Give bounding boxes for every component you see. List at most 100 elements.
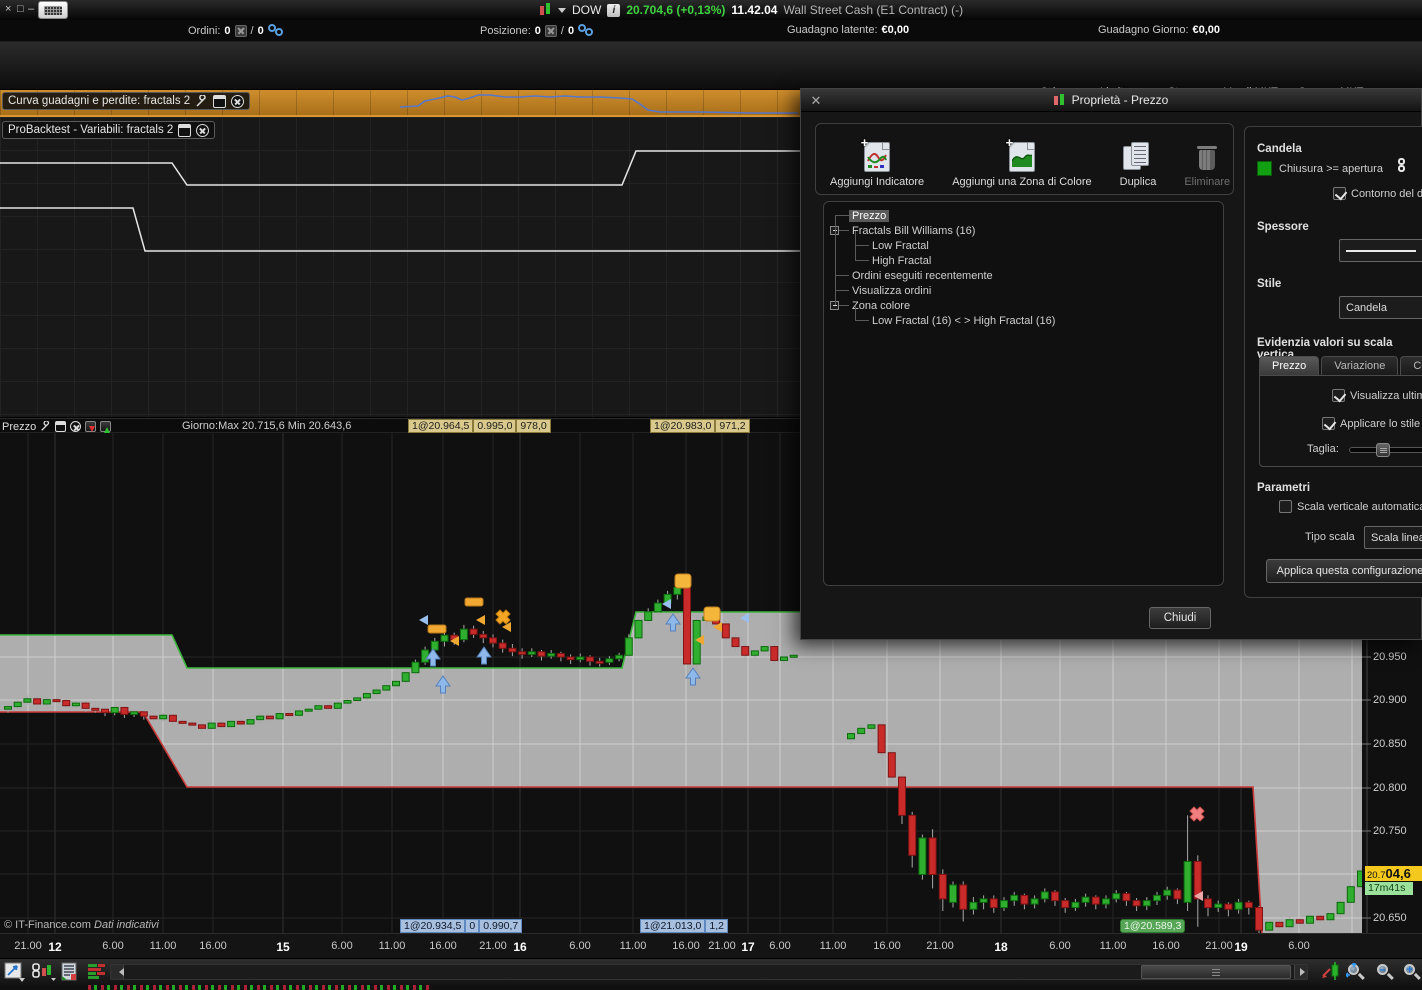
price-axis-tick: 20.650 <box>1373 912 1407 924</box>
time-axis-hour-label: 16.00 <box>1152 940 1180 952</box>
scroll-right-icon[interactable] <box>1294 965 1307 979</box>
zoom-out-icon[interactable]: – <box>1375 963 1395 983</box>
dialog-close-icon[interactable]: ✕ <box>809 93 823 109</box>
wrench-icon[interactable] <box>40 421 51 432</box>
tree-item-zona-colore[interactable]: Zona colore <box>849 298 913 313</box>
price-axis-tick: 20.750 <box>1373 825 1407 837</box>
window-minimize-icon[interactable]: – <box>28 3 34 15</box>
draw-tool-icon[interactable] <box>4 962 26 982</box>
time-axis[interactable]: 21.00 12 6.00 11.00 16.00 15 6.00 11.00 16.00 21.… <box>0 933 1422 958</box>
time-axis-hour-label: 11.00 <box>619 940 647 952</box>
close-panel-icon[interactable] <box>70 421 82 432</box>
dialog-toolbar-add-indicator-button[interactable]: + Aggiungi Indicatore <box>816 124 938 194</box>
order-label-history[interactable]: 1@21.013,0 1,2 <box>640 919 728 933</box>
instrument-name[interactable]: DOW <box>572 3 601 17</box>
scale-type-select[interactable]: Scala lineare <box>1364 526 1422 549</box>
zoom-fit-icon[interactable] <box>1346 963 1366 983</box>
news-icon[interactable] <box>60 962 82 982</box>
tree-item-ordini-eseguiti-recentemente[interactable]: Ordini eseguiti recentemente <box>849 268 996 283</box>
order-label-segment: 0.990,7 <box>479 919 523 933</box>
size-slider[interactable] <box>1349 443 1422 457</box>
scrollbar-handle[interactable] <box>1141 965 1291 979</box>
tab-prezzo[interactable]: Prezzo <box>1259 356 1320 375</box>
time-axis-hour-label: 6.00 <box>769 940 791 952</box>
close-position-icon[interactable] <box>544 24 557 37</box>
link-candle-icon[interactable] <box>32 962 56 982</box>
tree-item-prezzo[interactable]: Prezzo <box>849 208 890 223</box>
order-label-history[interactable]: 1@20.934,5 0 0.990,7 <box>400 919 523 933</box>
cancel-orders-icon[interactable] <box>234 24 247 37</box>
dialog-titlebar[interactable]: ✕ Proprietà - Prezzo <box>801 89 1421 112</box>
order-label-filled[interactable]: 1@20.589,3 <box>1120 919 1186 933</box>
tab-variazione[interactable]: Variazione <box>1321 356 1399 375</box>
equity-panel-header[interactable]: Curva guadagni e perdite: fractals 2 <box>2 92 251 110</box>
buy-order-icon[interactable] <box>100 421 112 433</box>
close-panel-icon[interactable] <box>231 94 245 108</box>
zoom-in-icon[interactable]: + <box>1402 963 1422 983</box>
info-icon[interactable]: i <box>607 3 621 17</box>
properties-dialog: ✕ Proprietà - Prezzo + Aggiungi Indicator… <box>800 88 1422 640</box>
window-icon[interactable] <box>55 421 67 432</box>
apply-config-button[interactable]: Applica questa configurazione <box>1266 559 1422 583</box>
outline-label: Contorno del dis <box>1351 188 1422 200</box>
close-panel-icon[interactable] <box>196 123 210 137</box>
dialog-toolbar-add-color-zone-button[interactable]: + Aggiungi una Zona di Colore <box>938 124 1105 194</box>
window-maximize-icon[interactable]: □ <box>17 3 24 15</box>
wrench-icon[interactable] <box>195 94 208 108</box>
window-icon[interactable] <box>213 94 227 108</box>
thickness-select[interactable] <box>1339 239 1422 262</box>
style-select[interactable]: Candela <box>1339 296 1422 319</box>
orders-settings-icon[interactable] <box>267 24 284 37</box>
time-axis-hour-label: 16.00 <box>199 940 227 952</box>
time-axis-hour-label: 6.00 <box>569 940 591 952</box>
market-depth-icon[interactable] <box>86 962 108 982</box>
scroll-left-icon[interactable] <box>111 965 124 979</box>
dialog-toolbar-trash-button[interactable]: Eliminare <box>1170 124 1244 194</box>
tab-cont[interactable]: Cont <box>1400 356 1422 375</box>
position-settings-icon[interactable] <box>578 24 594 37</box>
apply-style-checkbox[interactable] <box>1322 417 1335 430</box>
price-panel-chip[interactable]: Prezzo <box>2 420 112 433</box>
close-dialog-button[interactable]: Chiudi <box>1149 607 1211 629</box>
contract-name: Wall Street Cash (E1 Contract) (-) <box>783 3 964 17</box>
position-label: Posizione: <box>480 24 531 37</box>
link-colors-icon[interactable] <box>1397 158 1407 174</box>
window-close-icon[interactable]: × <box>5 3 11 15</box>
chart-scrollbar[interactable] <box>110 964 1308 980</box>
orders-sep: / <box>250 24 254 37</box>
up-candle-color-swatch[interactable] <box>1257 161 1272 176</box>
tree-item-fractals-bill-williams-16[interactable]: Fractals Bill Williams (16) <box>849 223 978 238</box>
order-label-segment: 0.995,0 <box>473 419 517 433</box>
tree-item-label: Zona colore <box>852 299 911 312</box>
tree-item-high-fractal[interactable]: High Fractal <box>869 253 934 268</box>
indicator-tree[interactable]: Prezzo Fractals Bill Williams (16) Low Fra… <box>823 201 1224 586</box>
instrument-dropdown-icon[interactable] <box>558 7 566 17</box>
trading-platform-window: × □ – DOW i 20.704,6 (+0,13%) 11.42.04 W… <box>0 0 1422 990</box>
tree-item-low-fractal[interactable]: Low Fractal <box>869 238 932 253</box>
order-label-open[interactable]: 1@20.964,5 0.995,0 978,0 <box>408 419 551 433</box>
size-slider-knob[interactable] <box>1376 443 1390 457</box>
add-indicator-icon: + <box>861 136 891 172</box>
tree-item-low-fractal-16-high-fractal-16[interactable]: Low Fractal (16) < > High Fractal (16) <box>869 313 1058 328</box>
outline-checkbox[interactable] <box>1333 187 1346 200</box>
adjust-candles-icon[interactable] <box>1320 962 1342 982</box>
tree-item-label: Ordini eseguiti recentemente <box>852 269 993 282</box>
dialog-toolbar-label: Aggiungi una Zona di Colore <box>952 176 1092 188</box>
time-axis-hour-label: 11.00 <box>149 940 177 952</box>
variables-panel-header[interactable]: ProBacktest - Variabili: fractals 2 <box>2 121 216 139</box>
order-label-open[interactable]: 1@20.983,0 971,2 <box>650 419 750 433</box>
time-axis-day-label: 15 <box>276 940 290 954</box>
day-pl-value: €0,00 <box>1192 24 1221 36</box>
show-last-checkbox[interactable] <box>1332 389 1345 402</box>
autoscale-checkbox[interactable] <box>1279 500 1292 513</box>
last-price-badge: 20.7 04,6 <box>1365 866 1422 881</box>
sell-order-icon[interactable] <box>85 421 97 432</box>
tree-item-visualizza-ordini[interactable]: Visualizza ordini <box>849 283 934 298</box>
window-icon[interactable] <box>178 123 192 137</box>
style-value: Candela <box>1346 301 1387 314</box>
time-axis-hour-label: 21.00 <box>926 940 954 952</box>
dialog-toolbar-duplicate-button[interactable]: Duplica <box>1106 124 1171 194</box>
position-sep: / <box>560 24 564 37</box>
keyboard-icon[interactable] <box>38 1 68 19</box>
time-axis-hour-label: 11.00 <box>378 940 406 952</box>
